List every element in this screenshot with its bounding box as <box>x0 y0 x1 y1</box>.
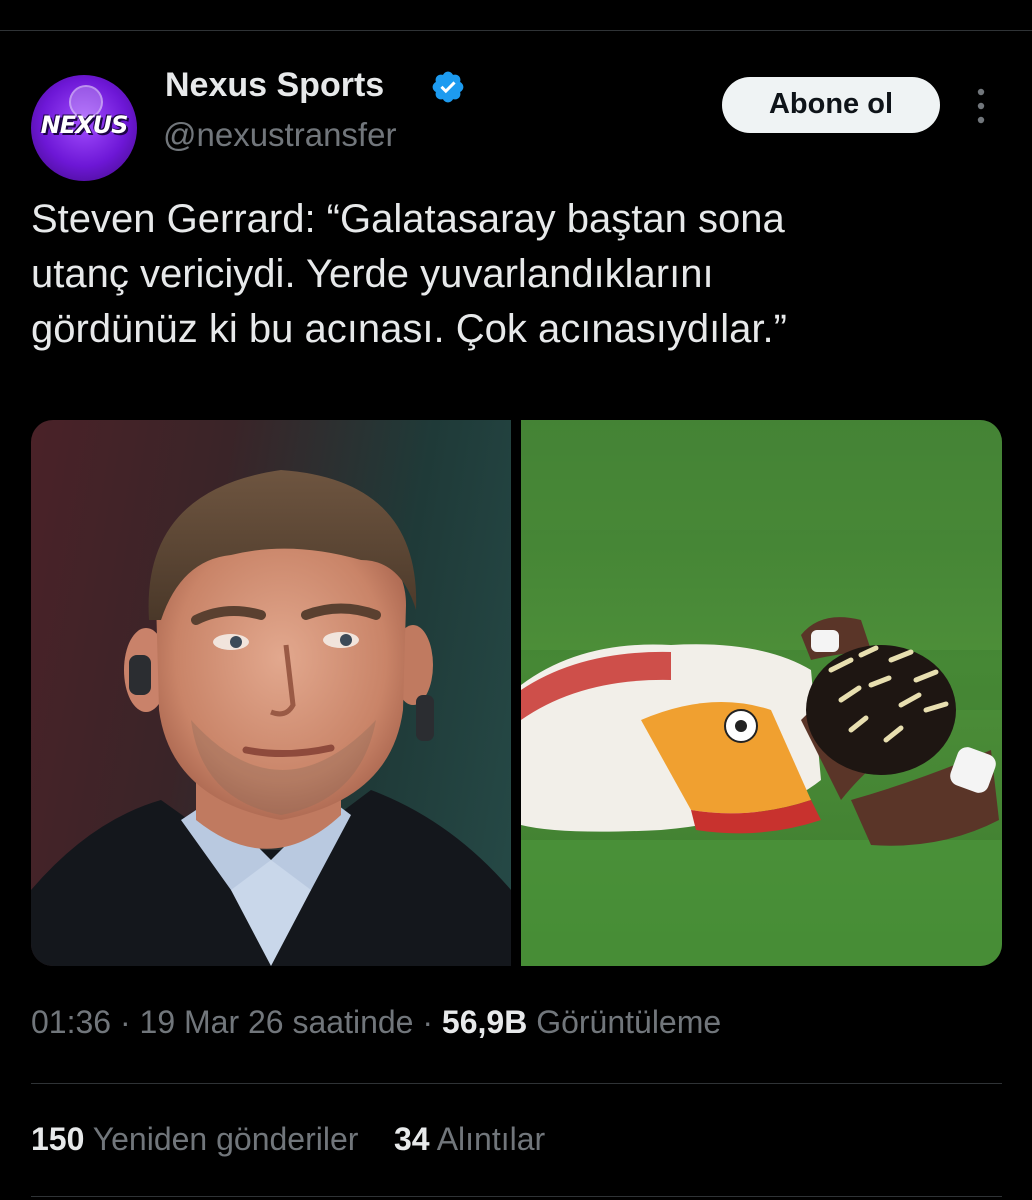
tweet-meta: 01:36 · 19 Mar 26 saatinde · 56,9B Görün… <box>31 1004 721 1041</box>
player-illustration <box>521 420 1002 966</box>
tweet-date[interactable]: 19 Mar 26 saatinde <box>140 1004 414 1040</box>
divider <box>31 1083 1002 1084</box>
avatar-logo-text: NEXUS <box>40 111 129 139</box>
tweet-text-line: utanç vericiydi. Yerde yuvarlandıklarını <box>31 252 714 296</box>
top-divider <box>0 30 1032 31</box>
follow-button[interactable]: Abone ol <box>722 77 940 133</box>
more-vertical-icon[interactable] <box>966 84 996 128</box>
divider <box>31 1196 1002 1197</box>
quotes-stat[interactable]: 34 Alıntılar <box>394 1121 545 1157</box>
tweet-media <box>31 420 1002 966</box>
tweet-text-line: gördünüz ki bu acınası. Çok acınasıydıla… <box>31 307 787 351</box>
media-photo-portrait[interactable] <box>31 420 511 966</box>
retweets-stat[interactable]: 150 Yeniden gönderiler <box>31 1121 358 1157</box>
author-handle[interactable]: @nexustransfer <box>163 116 396 154</box>
retweets-count: 150 <box>31 1121 85 1157</box>
views-label: Görüntüleme <box>536 1004 722 1040</box>
verified-badge-icon <box>432 71 464 103</box>
tweet-stats: 150 Yeniden gönderiler 34 Alıntılar <box>31 1121 545 1158</box>
quotes-label: Alıntılar <box>436 1121 546 1157</box>
meta-separator: · <box>119 1004 131 1040</box>
retweets-label: Yeniden gönderiler <box>92 1121 359 1157</box>
media-photo-player[interactable] <box>521 420 1002 966</box>
author-avatar[interactable]: NEXUS <box>31 75 137 181</box>
tweet-text-line: Steven Gerrard: “Galatasaray baştan sona <box>31 197 785 241</box>
tweet-time[interactable]: 01:36 <box>31 1004 111 1040</box>
tweet-text: Steven Gerrard: “Galatasaray baştan sona… <box>31 192 991 357</box>
portrait-illustration <box>31 470 511 966</box>
views-count: 56,9B <box>441 1004 528 1040</box>
quotes-count: 34 <box>393 1121 430 1157</box>
meta-separator: · <box>422 1004 434 1040</box>
author-display-name[interactable]: Nexus Sports <box>165 66 384 105</box>
